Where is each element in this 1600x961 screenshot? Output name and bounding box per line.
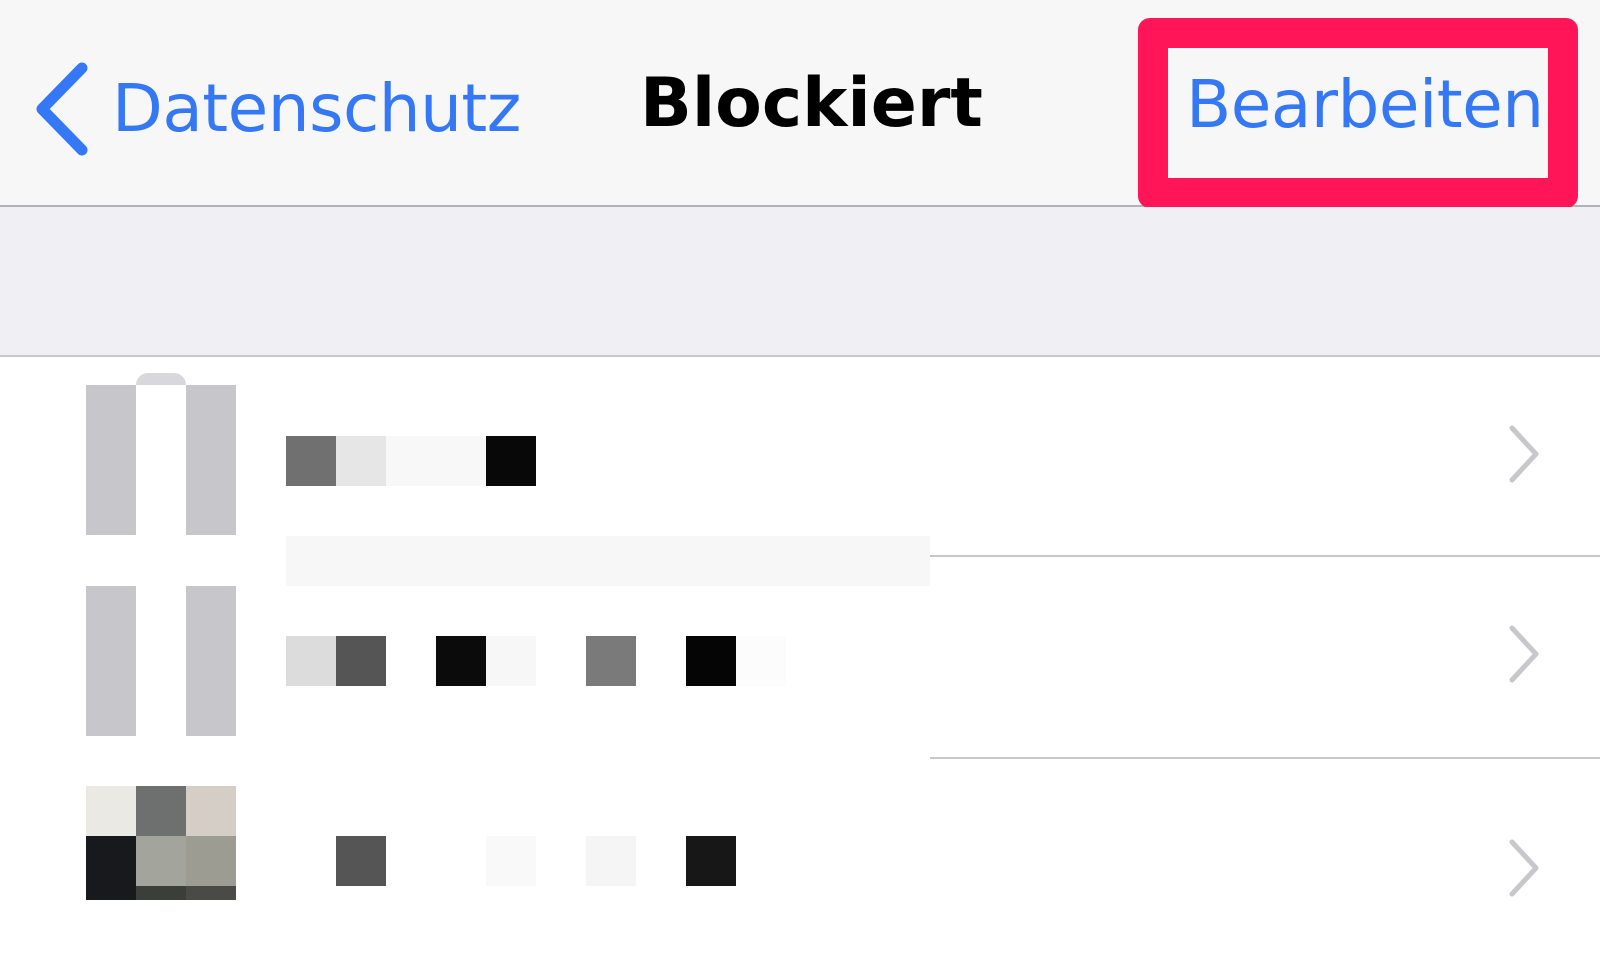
back-button-label: Datenschutz [112,70,521,147]
navigation-bar: Datenschutz Blockiert Bearbeiten [0,0,1600,208]
chevron-right-icon [1509,425,1539,483]
blocked-contact-row[interactable] [0,761,1600,961]
chevron-right-icon [1509,625,1539,683]
pixelated-band [286,536,930,586]
row-separator [930,555,1600,557]
blocked-contact-row[interactable] [0,357,1600,557]
section-header-spacer [0,207,1600,357]
edit-button[interactable]: Bearbeiten [1186,72,1544,138]
blocked-contact-row[interactable] [0,559,1600,759]
chevron-left-icon [36,62,88,156]
row-separator [930,757,1600,759]
chevron-right-icon [1509,839,1539,897]
back-button[interactable]: Datenschutz [34,62,521,156]
page-title: Blockiert [640,64,983,143]
